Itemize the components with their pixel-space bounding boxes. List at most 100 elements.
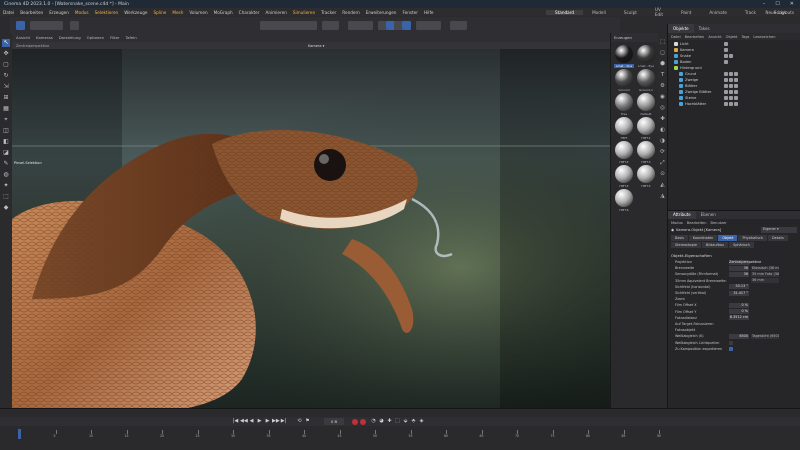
material-tag-icon[interactable] [734, 78, 738, 82]
object-icon[interactable]: ⬢ [659, 61, 666, 68]
menu-werkzeuge[interactable]: Werkzeuge [121, 10, 150, 15]
camera-icon[interactable] [308, 21, 317, 30]
property-tab-stereoskopie[interactable]: Stereoskopie [671, 242, 701, 248]
property-tab-physikalisch[interactable]: Physikalisch [738, 235, 768, 241]
material-tag-icon[interactable] [734, 102, 738, 106]
points-mode-icon[interactable] [330, 21, 339, 30]
object-menu-lesezeichen[interactable]: Lesezeichen [753, 35, 775, 39]
material-swatch[interactable]: HMT [614, 117, 634, 140]
material-tag-icon[interactable] [729, 78, 733, 82]
menu-volumen[interactable]: Volumen [186, 10, 210, 15]
material-tag-icon[interactable] [729, 84, 733, 88]
material-tag-icon[interactable] [724, 72, 728, 76]
material-tag-icon[interactable] [724, 96, 728, 100]
autokey-icon[interactable] [360, 418, 366, 425]
magnet-tool-icon[interactable]: ✦ [2, 182, 10, 190]
property-tab-sphärisch[interactable]: Sphärisch [729, 242, 754, 248]
playhead[interactable] [18, 429, 21, 439]
material-tag-icon[interactable] [729, 72, 733, 76]
tag-icon[interactable]: ◭ [659, 182, 666, 189]
property-tab-details[interactable]: Details [768, 235, 788, 241]
expand-icon[interactable]: ⤢ [659, 160, 666, 167]
attribute-menu-bearbeiten[interactable]: Bearbeiten [687, 221, 707, 225]
play-icon[interactable]: ▶ [256, 418, 263, 425]
material-tag-icon[interactable] [729, 90, 733, 94]
material-tag-icon[interactable] [734, 72, 738, 76]
go-end-icon[interactable]: ▶| [280, 418, 287, 425]
attribute-preset-dropdown[interactable]: 35 mm Foto (36.0 mm) [751, 271, 779, 277]
object-menu-ansicht[interactable]: Ansicht [708, 35, 721, 39]
attribute-menu-benutzer[interactable]: Benutzer [710, 221, 726, 225]
tab-objekte[interactable]: Objekte [668, 24, 694, 33]
attribute-value-field[interactable]: Zentralperspektive [729, 259, 761, 265]
sculpt-tool-icon[interactable]: ◍ [2, 171, 10, 179]
frame-tool-icon[interactable]: ⬚ [2, 193, 10, 201]
menu-erzeugen[interactable]: Erzeugen [46, 10, 72, 15]
add-icon[interactable]: ✚ [659, 116, 666, 123]
menu-animieren[interactable]: Animieren [262, 10, 289, 15]
object-menu-objekt[interactable]: Objekt [726, 35, 738, 39]
current-frame-field[interactable]: 0 B [324, 418, 344, 425]
key-tool-icon[interactable]: ⬘ [410, 418, 417, 425]
object-menu-datei[interactable]: Datei [671, 35, 681, 39]
render-settings-icon[interactable] [432, 21, 441, 30]
material-tag-icon[interactable] [734, 90, 738, 94]
layout-tab-track[interactable]: Track [736, 10, 765, 15]
new-layouts-dropdown[interactable]: Neue Layouts [765, 8, 794, 16]
viewport-menu-kameras[interactable]: Kameras [36, 35, 53, 40]
light-icon[interactable]: ◐ [659, 127, 666, 134]
tab-attribute[interactable]: Attribute [668, 211, 696, 219]
target-icon[interactable]: ◎ [659, 105, 666, 112]
material-swatch[interactable]: Default [636, 93, 656, 116]
grid-icon[interactable] [458, 21, 467, 30]
go-start-icon[interactable]: |◀ [232, 418, 239, 425]
material-swatch[interactable]: HMT.5 [636, 165, 656, 188]
material-create-menu[interactable]: Erzeugen [614, 35, 632, 40]
camera-view-icon[interactable]: ◉ [659, 94, 666, 101]
attribute-value-field[interactable]: 6500 [729, 333, 749, 339]
menu-modus[interactable]: Modus [72, 10, 92, 15]
record-icon[interactable] [352, 418, 358, 425]
selection-tool-icon[interactable]: ↖ [2, 39, 10, 47]
menu-fenster[interactable]: Fenster [399, 10, 421, 15]
preset-dropdown[interactable]: Eigener ▾ [761, 227, 797, 233]
attribute-value-field[interactable]: 0 % [729, 302, 749, 308]
layout-tab-standard[interactable]: Standard [546, 9, 584, 15]
material-swatch[interactable]: Lmat - Sna [614, 45, 634, 68]
viewport-menu-darstellung[interactable]: Darstellung [59, 35, 81, 40]
material-tag-icon[interactable] [724, 48, 728, 52]
menu-mesh[interactable]: Mesh [169, 10, 186, 15]
text-icon[interactable]: T [659, 72, 666, 79]
minimize-button[interactable]: – [763, 1, 766, 7]
viewport-menu-ansicht[interactable]: Ansicht [16, 35, 30, 40]
menu-mograph[interactable]: MoGraph [211, 10, 236, 15]
object-menu-bearbeiten[interactable]: Bearbeiten [685, 35, 705, 39]
material-tag-icon[interactable] [729, 54, 733, 58]
transform-tool-icon[interactable]: ⇲ [2, 83, 10, 91]
attribute-preset-dropdown[interactable]: Klassisch (36 mm) [751, 265, 779, 271]
snap-tool-icon[interactable]: ⌖ [2, 116, 10, 124]
move-tool-icon[interactable]: ✥ [2, 50, 10, 58]
lock-icon[interactable] [402, 21, 411, 30]
viewport-menu-tafeln[interactable]: Tafeln [125, 35, 136, 40]
material-swatch[interactable]: HMT.3 [636, 141, 656, 164]
menu-tracker[interactable]: Tracker [318, 10, 339, 15]
attribute-preset-dropdown[interactable]: 36 mm [751, 278, 779, 284]
menu-charakter[interactable]: Charakter [236, 10, 263, 15]
menu-erweiterungen[interactable]: Erweiterungen [363, 10, 400, 15]
keyframe-mode-icon[interactable]: ⚑ [304, 418, 311, 425]
camera-label[interactable]: Kamera ▾ [308, 42, 324, 49]
menu-rendern[interactable]: Rendern [339, 10, 363, 15]
brush-tool-icon[interactable]: ✎ [2, 160, 10, 168]
polygon-tool-icon[interactable]: ◫ [2, 127, 10, 135]
material-tag-icon[interactable] [724, 60, 728, 64]
material-tag-icon[interactable] [724, 84, 728, 88]
property-tab-basis[interactable]: Basis [671, 235, 688, 241]
prev-key-icon[interactable]: ◀◀ [240, 418, 248, 425]
menu-datei[interactable]: Datei [0, 10, 17, 15]
layout-tab-animate[interactable]: Animate [700, 10, 736, 15]
menu-simulieren[interactable]: Simulieren [290, 10, 318, 15]
attribute-value-field[interactable]: 36 [729, 265, 749, 271]
viewport[interactable]: Ansicht Kameras Darstellung Optionen Filter T… [12, 33, 610, 413]
layout-tab-paint[interactable]: Paint [672, 10, 700, 15]
